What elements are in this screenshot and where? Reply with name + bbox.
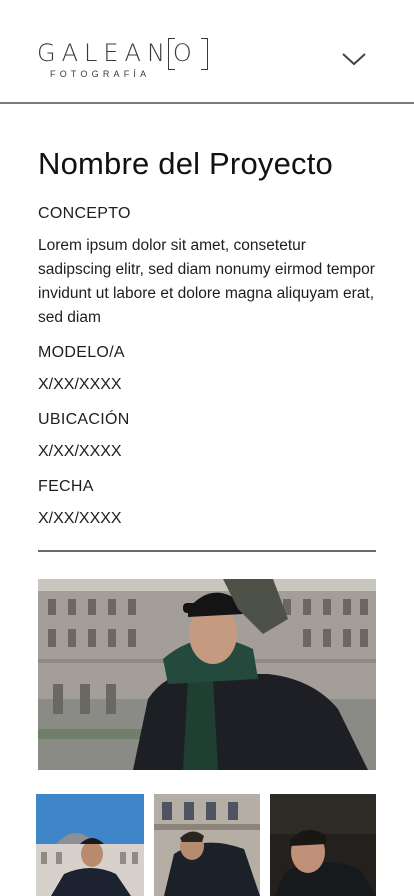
logo-subtitle: FOTOGRAFÍA — [50, 69, 151, 79]
project-thumbnail-1[interactable] — [36, 794, 144, 896]
model-value: X/XX/XXXX — [38, 376, 122, 393]
concept-label: CONCEPTO — [38, 205, 131, 222]
logo-bracket-o: O — [167, 38, 208, 70]
project-main-photo[interactable] — [38, 579, 376, 770]
galeano-logo[interactable]: GALEANO FOTOGRAFÍA — [37, 38, 208, 80]
concept-text: Lorem ipsum dolor sit amet, consetetur s… — [38, 237, 375, 326]
header-divider — [0, 102, 414, 104]
logo-wordmark: GALEANO — [37, 38, 208, 70]
menu-toggle-button[interactable] — [338, 48, 370, 72]
date-label: FECHA — [38, 478, 94, 495]
location-label: UBICACIÓN — [38, 411, 130, 428]
chevron-down-icon — [342, 53, 366, 66]
date-value: X/XX/XXXX — [38, 510, 122, 527]
section-divider — [38, 550, 376, 552]
site-header: GALEANO FOTOGRAFÍA — [0, 0, 414, 103]
project-thumbnail-2[interactable] — [154, 794, 260, 896]
model-label: MODELO/A — [38, 344, 125, 361]
project-title: Nombre del Proyecto — [38, 146, 333, 181]
project-thumbnail-3[interactable] — [270, 794, 376, 896]
project-page: GALEANO FOTOGRAFÍA Nombre del Proyecto C… — [0, 0, 414, 896]
location-value: X/XX/XXXX — [38, 443, 122, 460]
